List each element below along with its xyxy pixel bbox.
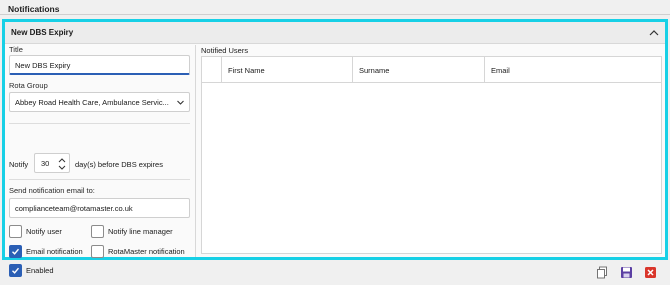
form-divider [9,179,190,180]
checkbox-box[interactable] [9,245,22,258]
action-toolbar [596,266,660,280]
notified-users-table[interactable]: First Name Surname Email [201,56,662,254]
checkbox-label: Email notification [26,247,83,256]
checkbox-box[interactable] [9,264,22,277]
column-header-label: Email [491,66,510,75]
email-value: complianceteam@rotamaster.co.uk [15,204,133,213]
rotamaster-notification-checkbox[interactable]: RotaMaster notification [91,245,191,259]
checkmark-icon [12,267,20,274]
delete-icon[interactable] [644,266,657,279]
column-surname[interactable]: Surname [353,57,485,83]
notify-days-value: 30 [41,159,50,168]
column-header-label: Surname [359,66,390,75]
column-email[interactable]: Email [485,57,670,83]
rota-group-value: Abbey Road Health Care, Ambulance Servic… [15,98,169,107]
email-field[interactable]: complianceteam@rotamaster.co.uk [9,198,190,218]
checkmark-icon [12,248,20,255]
row-selector-column [202,57,222,83]
section-title: Notifications [8,4,60,14]
chevron-down-icon[interactable] [176,98,185,107]
notifications-page: Notifications New DBS Expiry Title New D… [0,0,670,285]
column-header-label: First Name [228,66,265,75]
copy-icon[interactable] [596,266,609,279]
email-label: Send notification email to: [9,186,95,195]
checkbox-box[interactable] [91,225,104,238]
email-notification-checkbox[interactable]: Email notification [9,245,89,259]
title-input[interactable]: New DBS Expiry [9,55,190,75]
table-header: First Name Surname Email [202,57,661,83]
notified-users-section: Notified Users First Name Surname Email [195,45,665,257]
notification-panel: New DBS Expiry Title New DBS Expiry Rota… [2,19,668,277]
settings-form: Title New DBS Expiry Rota Group Abbey Ro… [5,45,194,277]
panel-title: New DBS Expiry [11,28,74,37]
checkbox-box[interactable] [9,225,22,238]
stepper-up-icon[interactable] [58,157,66,163]
rota-group-select[interactable]: Abbey Road Health Care, Ambulance Servic… [9,92,190,112]
chevron-up-icon[interactable] [648,27,660,39]
enabled-checkbox[interactable]: Enabled [9,264,89,278]
panel-header[interactable]: New DBS Expiry [5,22,665,44]
title-input-value: New DBS Expiry [15,61,71,70]
notify-user-checkbox[interactable]: Notify user [9,225,89,239]
notify-label: Notify [9,160,29,169]
notify-line-manager-checkbox[interactable]: Notify line manager [91,225,191,239]
form-divider [9,123,190,124]
notified-users-label: Notified Users [201,46,249,55]
stepper-down-icon[interactable] [58,165,66,171]
rota-group-label: Rota Group [9,81,48,90]
checkbox-label: Enabled [26,266,54,275]
notify-days-stepper[interactable]: 30 [34,153,70,173]
checkbox-box[interactable] [91,245,104,258]
days-before-label: day(s) before DBS expires [75,160,163,169]
save-icon[interactable] [620,266,633,279]
title-label: Title [9,45,23,54]
checkbox-label: Notify user [26,227,62,236]
section-divider [0,14,670,15]
column-first-name[interactable]: First Name [222,57,353,83]
checkbox-label: RotaMaster notification [108,247,185,256]
checkbox-label: Notify line manager [108,227,173,236]
